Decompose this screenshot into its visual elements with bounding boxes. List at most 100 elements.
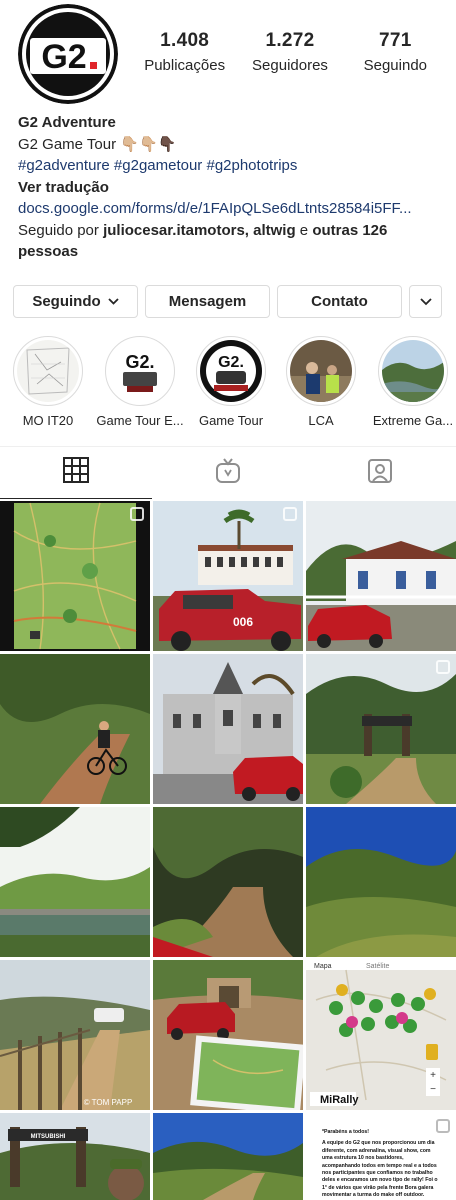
grid-post[interactable]: Mapa Satélite + − MiRally [306, 960, 456, 1110]
post-mirally-map: Mapa Satélite + − MiRally [306, 960, 456, 1110]
grid-post[interactable] [306, 501, 456, 651]
stat-posts[interactable]: 1.408 Publicações [135, 30, 235, 74]
followed-by-prefix: Seguido por [18, 221, 104, 239]
post-cyclist-dirt-road [0, 654, 150, 804]
followed-by-and: e [295, 221, 313, 239]
carousel-icon [436, 1119, 450, 1133]
post-red-suv-station [306, 501, 456, 651]
profile-header: G2 1.408 Publicações 1.272 Seguidores 77… [0, 0, 456, 110]
post-fence-road: © TOM PAPP [0, 960, 150, 1110]
highlight-label: Game Tour E... [96, 413, 184, 428]
profile-stats: 1.408 Publicações 1.272 Seguidores 771 S… [132, 30, 448, 74]
highlight-cover-lca [290, 340, 352, 402]
highlight-cover-game-tour-logo: G2. [109, 340, 171, 402]
stat-followers-label: Seguidores [252, 57, 328, 74]
post-forest-trail [153, 807, 303, 957]
post-bridge-river [0, 807, 150, 957]
contact-button-label: Contato [311, 293, 368, 310]
svg-text:G2.: G2. [218, 354, 244, 371]
stat-followers-value: 1.272 [265, 30, 315, 51]
grid-post[interactable] [153, 807, 303, 957]
tab-tagged[interactable] [304, 447, 456, 499]
grid-post[interactable] [306, 654, 456, 804]
carousel-icon [130, 507, 144, 521]
profile-tabs [0, 446, 456, 499]
grid-icon [63, 457, 89, 488]
post-mountain-road [153, 1113, 303, 1200]
tab-posts-grid[interactable] [0, 447, 152, 499]
contact-button[interactable]: Contato [277, 285, 402, 318]
announcement-body: A equipe do G2 que nos proporcionou um d… [322, 1140, 438, 1199]
highlight-item[interactable]: Extreme Ga... [365, 336, 456, 428]
post-trail-gate [306, 654, 456, 804]
highlight-cover-map [17, 340, 79, 402]
grid-post[interactable]: © TOM PAPP [0, 960, 150, 1110]
logo-text: G2 [41, 38, 86, 76]
highlight-label: MO IT20 [22, 413, 74, 428]
grid-post[interactable] [153, 960, 303, 1110]
followed-by[interactable]: Seguido por juliocesar.itamotors, altwig… [18, 220, 450, 263]
suggestions-dropdown-button[interactable] [409, 285, 442, 318]
message-button[interactable]: Mensagem [145, 285, 270, 318]
tagged-icon [367, 458, 393, 489]
post-map-trail [0, 501, 150, 651]
following-button[interactable]: Seguindo [13, 285, 138, 318]
highlight-label: LCA [308, 413, 334, 428]
highlight-item[interactable]: G2. Game Tour E... [92, 336, 188, 428]
highlight-item[interactable]: MO IT20 [0, 336, 96, 428]
carousel-icon [436, 660, 450, 674]
grid-post[interactable] [0, 654, 150, 804]
carousel-icon [283, 507, 297, 521]
stat-following-value: 771 [379, 30, 412, 51]
highlight-item[interactable]: G2. Game Tour [183, 336, 279, 428]
mirally-brand-text: MiRally [320, 1094, 359, 1106]
see-translation-link[interactable]: Ver tradução [18, 177, 450, 199]
profile-actions: Seguindo Mensagem Contato [13, 285, 443, 319]
svg-text:G2.: G2. [125, 352, 154, 372]
svg-text:+: + [430, 1070, 436, 1081]
photo-credit-text: © TOM PAPP [84, 1098, 133, 1107]
highlight-cover-extreme [382, 340, 444, 402]
post-pickup-farmhouse: 006 [153, 501, 303, 651]
profile-name: G2 Adventure [18, 114, 116, 131]
chevron-down-icon [419, 293, 432, 310]
post-castle-suv [153, 654, 303, 804]
grid-post[interactable] [0, 501, 150, 651]
stat-following[interactable]: 771 Seguindo [345, 30, 445, 74]
profile-tagline: G2 Game Tour 👇🏼👇🏼👇🏿 [18, 135, 177, 153]
followed-by-users[interactable]: juliocesar.itamotors, altwig [103, 222, 296, 239]
story-highlights: MO IT20 G2. Game Tour E... G2. Game Tour… [0, 336, 456, 432]
grid-post[interactable]: *Parabéns a todos! A equipe do G2 que no… [306, 1113, 456, 1200]
highlight-item[interactable]: LCA [273, 336, 369, 428]
mitsubishi-gate-text: MITSUBISHI [31, 1134, 66, 1140]
tab-igtv[interactable] [152, 447, 304, 499]
igtv-icon [215, 457, 241, 489]
highlight-label: Game Tour [198, 413, 264, 428]
profile-avatar[interactable]: G2 [18, 4, 118, 104]
message-button-label: Mensagem [168, 293, 247, 310]
svg-text:−: − [430, 1084, 436, 1095]
post-pickup-map [153, 960, 303, 1110]
stat-posts-value: 1.408 [160, 30, 210, 51]
grid-post[interactable] [0, 807, 150, 957]
grid-post[interactable]: MITSUBISHI [0, 1113, 150, 1200]
grid-post[interactable] [153, 654, 303, 804]
stat-following-label: Seguindo [363, 57, 428, 74]
highlight-label: Extreme Ga... [372, 413, 454, 428]
post-green-hill [306, 807, 456, 957]
grid-post[interactable]: 006 [153, 501, 303, 651]
following-button-label: Seguindo [32, 293, 101, 310]
grid-post[interactable] [306, 807, 456, 957]
chevron-down-icon [108, 296, 119, 308]
profile-website-link[interactable]: docs.google.com/forms/d/e/1FAIpQLSe6dLtn… [18, 198, 450, 220]
highlight-cover-game-tour: G2. [200, 340, 262, 402]
g2-logo: G2 [18, 4, 118, 104]
vehicle-plate-text: 006 [233, 615, 253, 629]
announcement-text: *Parabéns a todos! A equipe do G2 que no… [322, 1129, 442, 1200]
grid-post[interactable] [153, 1113, 303, 1200]
posts-grid: 006 © TOM PAPP Mapa Satélite + − MiRally… [0, 501, 456, 1200]
stat-followers[interactable]: 1.272 Seguidores [240, 30, 340, 74]
post-mitsubishi-gate: MITSUBISHI [0, 1113, 150, 1200]
profile-hashtags[interactable]: #g2adventure #g2gametour #g2phototrips [18, 155, 450, 177]
map-tab-right: Satélite [366, 963, 389, 970]
